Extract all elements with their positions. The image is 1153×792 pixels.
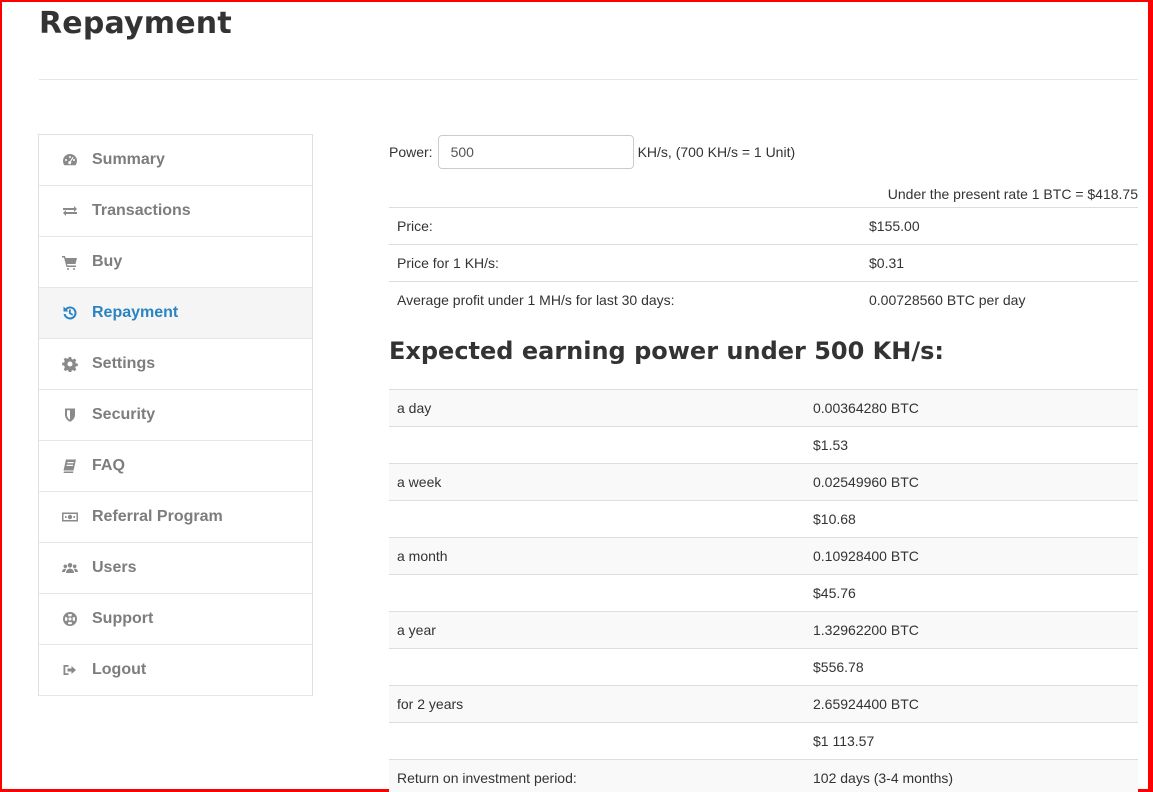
earning-value: 2.65924400 BTC — [805, 685, 1138, 723]
earning-value: $10.68 — [805, 500, 1138, 538]
sidebar-item-label: Logout — [92, 661, 147, 678]
price-info-table: Price: $155.00 Price for 1 KH/s: $0.31 A… — [389, 207, 1138, 319]
cart-icon — [61, 253, 79, 271]
sidebar-item-repayment[interactable]: Repayment — [39, 288, 312, 339]
shield-icon — [61, 406, 79, 424]
exchange-icon — [61, 202, 79, 220]
sidebar-item-summary[interactable]: Summary — [39, 135, 312, 186]
table-row: a month 0.10928400 BTC — [389, 537, 1138, 575]
power-unit: KH/s, (700 KH/s = 1 Unit) — [637, 144, 796, 160]
history-icon — [61, 304, 79, 322]
table-row: $45.76 — [389, 574, 1138, 612]
sidebar-item-security[interactable]: Security — [39, 390, 312, 441]
sidebar-item-referral-program[interactable]: Referral Program — [39, 492, 312, 543]
sidebar-item-logout[interactable]: Logout — [39, 645, 312, 696]
table-row: $556.78 — [389, 648, 1138, 686]
table-row: $10.68 — [389, 500, 1138, 538]
sidebar-item-transactions[interactable]: Transactions — [39, 186, 312, 237]
period-label — [389, 500, 805, 538]
sidebar-item-label: Summary — [92, 151, 165, 168]
table-row: Return on investment period: 102 days (3… — [389, 759, 1138, 792]
price-per-khs-value: $0.31 — [861, 244, 1138, 282]
sidebar-item-users[interactable]: Users — [39, 543, 312, 594]
dashboard-icon — [61, 151, 79, 169]
table-row: for 2 years 2.65924400 BTC — [389, 685, 1138, 723]
earning-value: $45.76 — [805, 574, 1138, 612]
period-label — [389, 574, 805, 612]
period-label — [389, 722, 805, 760]
users-icon — [61, 559, 79, 577]
page-title: Repayment — [39, 6, 232, 41]
title-divider — [39, 79, 1138, 80]
average-profit-value: 0.00728560 BTC per day — [861, 281, 1138, 319]
period-label: a week — [389, 463, 805, 501]
earning-value: $556.78 — [805, 648, 1138, 686]
table-row: $1.53 — [389, 426, 1138, 464]
period-label: a year — [389, 611, 805, 649]
table-row: a day 0.00364280 BTC — [389, 389, 1138, 427]
sidebar-item-support[interactable]: Support — [39, 594, 312, 645]
earning-value: 1.32962200 BTC — [805, 611, 1138, 649]
period-label: a day — [389, 389, 805, 427]
power-label: Power: — [389, 144, 433, 160]
price-label: Price: — [389, 207, 861, 245]
sidebar-item-buy[interactable]: Buy — [39, 237, 312, 288]
sidebar-item-settings[interactable]: Settings — [39, 339, 312, 390]
roi-label: Return on investment period: — [389, 759, 805, 792]
period-label — [389, 426, 805, 464]
earning-value: 0.00364280 BTC — [805, 389, 1138, 427]
sidebar-item-label: Settings — [92, 355, 156, 372]
earning-value: 0.02549960 BTC — [805, 463, 1138, 501]
power-row: Power: KH/s, (700 KH/s = 1 Unit) — [389, 135, 795, 169]
roi-value: 102 days (3-4 months) — [805, 759, 1138, 792]
rate-note: Under the present rate 1 BTC = $418.75 — [887, 186, 1138, 202]
table-row: Price: $155.00 — [389, 207, 1138, 245]
earning-value: $1 113.57 — [805, 722, 1138, 760]
table-row: a week 0.02549960 BTC — [389, 463, 1138, 501]
earnings-heading: Expected earning power under 500 KH/s: — [389, 337, 944, 365]
sidebar-menu: Summary Transactions Buy Repayment Setti… — [38, 134, 313, 696]
table-row: Price for 1 KH/s: $0.31 — [389, 244, 1138, 282]
earning-value: $1.53 — [805, 426, 1138, 464]
price-per-khs-label: Price for 1 KH/s: — [389, 244, 861, 282]
gear-icon — [61, 355, 79, 373]
sidebar-item-label: Buy — [92, 253, 123, 270]
power-input[interactable] — [437, 135, 634, 169]
table-row: a year 1.32962200 BTC — [389, 611, 1138, 649]
sidebar-item-label: Transactions — [92, 202, 191, 219]
sign-out-icon — [61, 661, 79, 679]
sidebar-item-label: FAQ — [92, 457, 125, 474]
book-icon — [61, 457, 79, 475]
period-label: for 2 years — [389, 685, 805, 723]
period-label — [389, 648, 805, 686]
sidebar-item-label: Support — [92, 610, 154, 627]
period-label: a month — [389, 537, 805, 575]
sidebar-item-label: Security — [92, 406, 156, 423]
lifebuoy-icon — [61, 610, 79, 628]
table-row: $1 113.57 — [389, 722, 1138, 760]
sidebar-item-label: Users — [92, 559, 137, 576]
average-profit-label: Average profit under 1 MH/s for last 30 … — [389, 281, 861, 319]
sidebar-item-label: Repayment — [92, 304, 179, 321]
price-value: $155.00 — [861, 207, 1138, 245]
earning-value: 0.10928400 BTC — [805, 537, 1138, 575]
sidebar-item-label: Referral Program — [92, 508, 223, 525]
earnings-table: a day 0.00364280 BTC $1.53 a week 0.0254… — [389, 389, 1138, 792]
table-row: Average profit under 1 MH/s for last 30 … — [389, 281, 1138, 319]
money-icon — [61, 508, 79, 526]
sidebar-item-faq[interactable]: FAQ — [39, 441, 312, 492]
